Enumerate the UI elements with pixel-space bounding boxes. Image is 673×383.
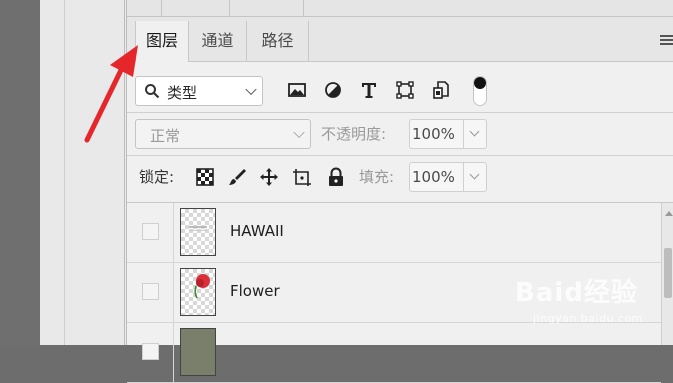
image-filter-icon[interactable] bbox=[286, 79, 308, 101]
shape-filter-icon[interactable] bbox=[394, 79, 416, 101]
lock-label: 锁定: bbox=[139, 168, 175, 186]
tab-layers[interactable]: 图层 bbox=[135, 21, 189, 62]
smart-object-filter-icon[interactable] bbox=[430, 79, 452, 101]
layer-name: Flower bbox=[230, 282, 280, 300]
tab-paths[interactable]: 路径 bbox=[247, 21, 309, 61]
filter-kind-label: 类型 bbox=[167, 84, 198, 102]
lock-artboard-icon[interactable] bbox=[292, 167, 312, 187]
panel-tabs: 图层 通道 路径 bbox=[127, 17, 673, 62]
lock-all-icon[interactable] bbox=[326, 167, 346, 187]
fill-value: 100% bbox=[412, 168, 455, 186]
fill-field[interactable]: 100% bbox=[409, 162, 487, 192]
scroll-up-icon[interactable] bbox=[665, 211, 673, 216]
row-divider bbox=[173, 323, 174, 382]
layer-thumbnail bbox=[180, 328, 216, 376]
layer-row[interactable] bbox=[127, 323, 661, 383]
chevron-down-icon bbox=[245, 83, 257, 96]
layers-list: HAWAII Flower bbox=[127, 203, 673, 383]
toggle-knob bbox=[474, 77, 486, 89]
visibility-toggle[interactable] bbox=[142, 223, 159, 240]
fill-dropdown-icon[interactable] bbox=[463, 163, 486, 191]
blend-mode-select[interactable]: 正常 bbox=[135, 119, 311, 149]
filter-row: 类型 bbox=[127, 62, 673, 113]
layer-name: HAWAII bbox=[230, 222, 284, 240]
lock-image-pixels-icon[interactable] bbox=[227, 167, 247, 187]
layer-thumbnail bbox=[180, 268, 216, 316]
lock-position-icon[interactable] bbox=[259, 167, 279, 187]
collapsed-tab[interactable] bbox=[161, 0, 230, 16]
layers-panel: 图层 通道 路径 类型 正常 不透明度: 100% 锁定: 填充: 100% H… bbox=[126, 0, 673, 383]
blend-row: 正常 不透明度: 100% bbox=[127, 113, 673, 156]
search-icon bbox=[145, 84, 160, 99]
filter-toggle[interactable] bbox=[473, 76, 487, 106]
row-divider bbox=[173, 203, 174, 262]
lock-row: 锁定: 填充: 100% bbox=[127, 156, 673, 203]
panel-menu-icon[interactable] bbox=[660, 35, 673, 47]
opacity-field[interactable]: 100% bbox=[409, 119, 487, 149]
visibility-toggle[interactable] bbox=[142, 283, 159, 300]
flower-preview bbox=[194, 274, 210, 299]
collapsed-tab[interactable] bbox=[229, 0, 304, 16]
filter-kind-select[interactable]: 类型 bbox=[135, 76, 263, 106]
visibility-toggle[interactable] bbox=[142, 343, 159, 360]
blend-mode-label: 正常 bbox=[150, 127, 181, 145]
chevron-down-icon bbox=[293, 126, 305, 139]
opacity-label: 不透明度: bbox=[321, 125, 387, 143]
layer-row[interactable]: Flower bbox=[127, 263, 661, 323]
layers-scrollbar[interactable] bbox=[661, 203, 673, 345]
lock-transparent-pixels-icon[interactable] bbox=[195, 167, 215, 187]
adjustment-filter-icon[interactable] bbox=[322, 79, 344, 101]
collapsed-tab bbox=[303, 0, 305, 16]
canvas-area bbox=[40, 0, 126, 345]
layer-thumbnail bbox=[180, 208, 216, 256]
scrollbar-thumb[interactable] bbox=[664, 248, 672, 298]
opacity-dropdown-icon[interactable] bbox=[463, 120, 486, 148]
row-divider bbox=[173, 263, 174, 322]
collapsed-panel-strip bbox=[127, 0, 673, 17]
text-layer-preview bbox=[189, 226, 207, 231]
canvas-divider bbox=[124, 0, 125, 345]
layer-row[interactable]: HAWAII bbox=[127, 203, 661, 263]
opacity-value: 100% bbox=[412, 125, 455, 143]
left-dark-strip bbox=[0, 0, 40, 345]
fill-label: 填充: bbox=[359, 168, 395, 186]
tab-channels[interactable]: 通道 bbox=[189, 21, 247, 61]
type-filter-icon[interactable] bbox=[358, 79, 380, 101]
canvas-divider bbox=[64, 0, 65, 345]
